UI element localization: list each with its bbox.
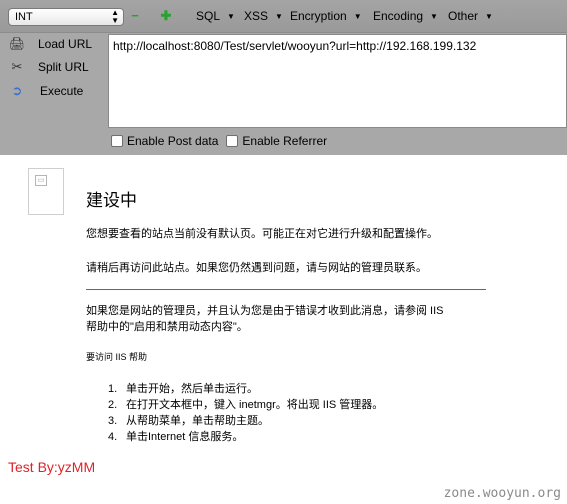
steps-list: 1. 单击开始，然后单击运行。 2. 在打开文本框中，键入 inetmgr。将出现 … xyxy=(108,381,383,445)
execute-button[interactable]: ➲ Execute xyxy=(0,81,105,101)
menu-sql-label: SQL xyxy=(196,9,221,23)
menu-other-label: Other xyxy=(448,9,479,23)
decrease-icon[interactable]: − xyxy=(129,9,141,22)
list-item: 2. 在打开文本框中，键入 inetmgr。将出现 IIS 管理器。 xyxy=(108,397,383,413)
split-url-icon: ✂ xyxy=(11,59,23,74)
chevron-down-icon: ▼ xyxy=(485,12,493,21)
watermark: zone.wooyun.org xyxy=(443,486,561,501)
menu-encryption[interactable]: Encryption ▼ xyxy=(290,9,362,23)
execute-icon: ➲ xyxy=(11,83,23,98)
enable-referrer-label: Enable Referrer xyxy=(242,134,328,148)
split-url-label: Split URL xyxy=(38,60,89,74)
paragraph-3-line-1: 如果您是网站的管理员，并且认为您是由于错误才收到此消息，请参阅 IIS xyxy=(86,305,444,317)
encoding-select[interactable]: INT ▲ ▼ xyxy=(8,8,124,26)
split-url-button[interactable]: ✂ Split URL xyxy=(0,57,105,77)
load-url-icon: 🖨 xyxy=(8,36,26,51)
help-heading: 要访问 IIS 帮助 xyxy=(86,352,148,362)
chevron-down-icon: ▼ xyxy=(227,12,235,21)
increase-icon[interactable]: ✚ xyxy=(160,9,172,22)
menu-encoding-label: Encoding xyxy=(373,9,424,23)
encoding-select-value: INT xyxy=(15,11,33,23)
enable-post-checkbox[interactable] xyxy=(111,135,123,147)
paragraph-1: 您想要查看的站点当前没有默认页。可能正在对它进行升级和配置操作。 xyxy=(86,228,438,240)
chevron-down-icon: ▼ xyxy=(353,12,362,21)
url-input-value: http://localhost:8080/Test/servlet/wooyu… xyxy=(113,39,477,53)
step-text: 单击开始，然后单击运行。 xyxy=(126,383,258,395)
step-text: 单击Internet 信息服务。 xyxy=(126,431,244,443)
chevron-down-icon: ▼ xyxy=(430,12,438,21)
step-number: 1. xyxy=(108,383,118,395)
step-number: 4. xyxy=(108,431,118,443)
menu-encoding[interactable]: Encoding ▼ xyxy=(373,9,438,23)
menu-xss[interactable]: XSS ▼ xyxy=(244,9,283,23)
list-item: 3. 从帮助菜单，单击帮助主题。 xyxy=(108,413,383,429)
hackbar-menubar: INT ▲ ▼ − ✚ SQL ▼ XSS ▼ Encryption ▼ Encodin… xyxy=(0,0,567,33)
load-url-label: Load URL xyxy=(38,37,93,51)
enable-post-label: Enable Post data xyxy=(127,134,219,148)
execute-label: Execute xyxy=(40,84,84,98)
menu-xss-label: XSS xyxy=(244,9,269,23)
menu-encryption-label: Encryption xyxy=(290,9,347,23)
step-text: 从帮助菜单，单击帮助主题。 xyxy=(126,415,269,427)
page-title: 建设中 xyxy=(86,191,137,210)
menu-other[interactable]: Other ▼ xyxy=(448,9,493,23)
menu-sql[interactable]: SQL ▼ xyxy=(196,9,235,23)
hackbar-toolbar: INT ▲ ▼ − ✚ SQL ▼ XSS ▼ Encryption ▼ Encodin… xyxy=(0,0,567,155)
options-row: Enable Post data Enable Referrer xyxy=(111,134,327,148)
divider xyxy=(86,289,486,290)
step-number: 2. xyxy=(108,399,118,411)
broken-image-icon: ▭ xyxy=(28,168,64,215)
url-input[interactable]: http://localhost:8080/Test/servlet/wooyu… xyxy=(108,34,567,128)
paragraph-3-line-2: 帮助中的"启用和禁用动态内容"。 xyxy=(86,321,248,333)
image-placeholder-icon: ▭ xyxy=(35,175,47,186)
paragraph-2: 请稍后再访问此站点。如果您仍然遇到问题，请与网站的管理员联系。 xyxy=(86,262,427,274)
step-number: 3. xyxy=(108,415,118,427)
chevron-down-icon: ▼ xyxy=(275,12,283,21)
step-text: 在打开文本框中，键入 inetmgr。将出现 IIS 管理器。 xyxy=(126,399,384,411)
enable-referrer-checkbox[interactable] xyxy=(226,135,239,147)
load-url-button[interactable]: 🖨 Load URL xyxy=(0,34,105,54)
list-item: 4. 单击Internet 信息服务。 xyxy=(108,429,383,445)
select-arrows-icon: ▲ ▼ xyxy=(111,8,119,25)
list-item: 1. 单击开始，然后单击运行。 xyxy=(108,381,383,397)
test-by-label: Test By:yzMM xyxy=(8,459,96,475)
